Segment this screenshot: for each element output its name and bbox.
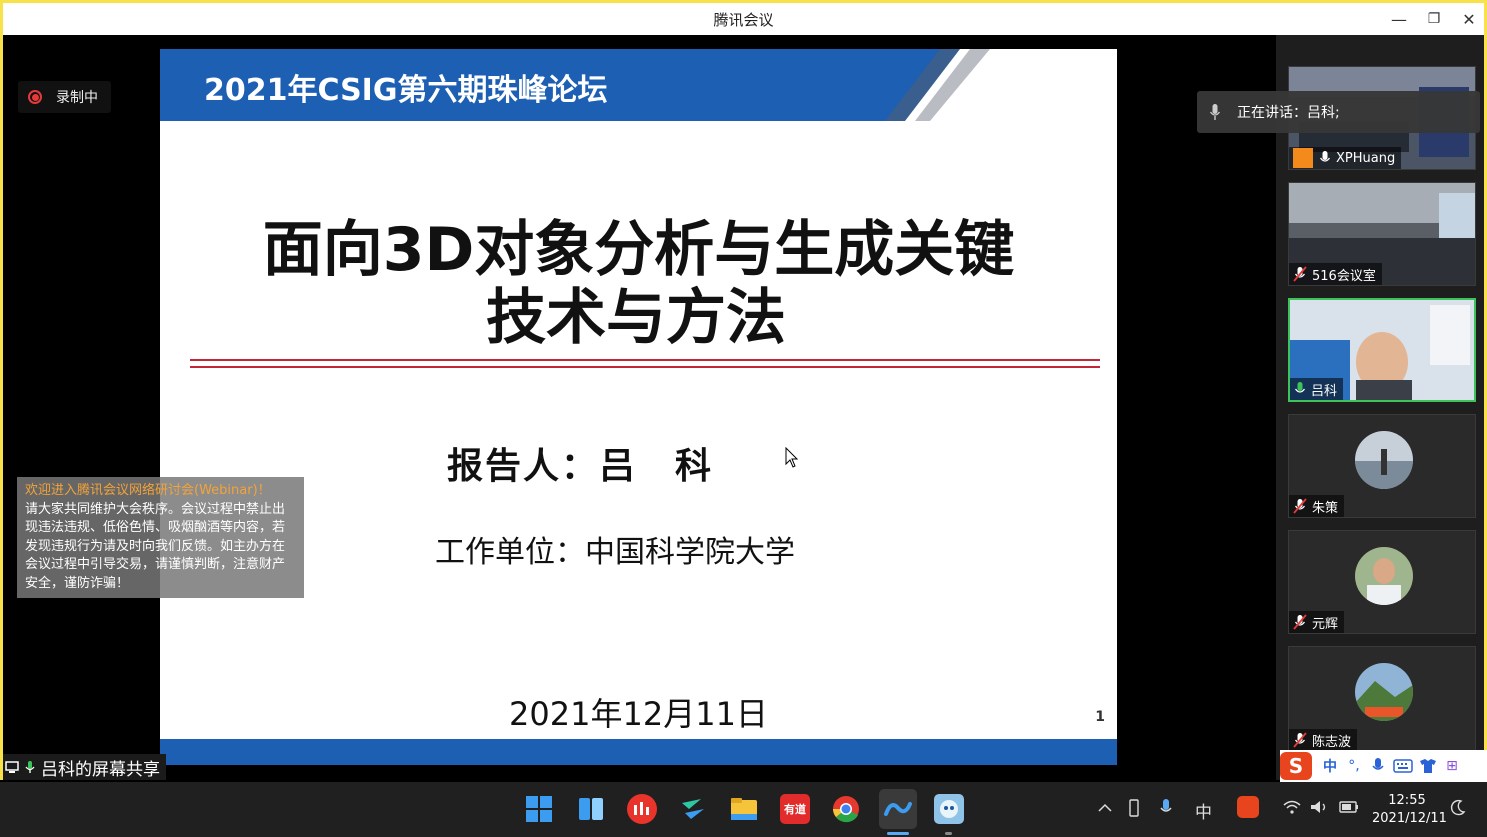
restore-button[interactable]: ❐ bbox=[1417, 5, 1451, 33]
participant-name: 516会议室 bbox=[1289, 263, 1382, 285]
file-explorer-icon[interactable] bbox=[729, 794, 759, 824]
volume-icon[interactable] bbox=[1309, 799, 1329, 815]
system-clock[interactable]: 12:55 2021/12/11 bbox=[1372, 792, 1447, 828]
tencent-meeting-icon[interactable] bbox=[879, 789, 917, 829]
participant-name: 元辉 bbox=[1289, 611, 1345, 633]
mic-icon bbox=[25, 761, 35, 773]
participant-panel: XPHuang 516会议室 吕科 朱策 元辉 陈志波 bbox=[1276, 35, 1484, 780]
skin-icon[interactable] bbox=[1416, 757, 1440, 775]
running-app-indicator bbox=[945, 832, 952, 835]
webinar-notice-title: 欢迎进入腾讯会议网络研讨会(Webinar)！ bbox=[25, 483, 271, 498]
recording-label: 录制中 bbox=[56, 90, 98, 106]
mic-icon bbox=[1209, 104, 1221, 120]
slide-footer-band bbox=[160, 739, 1117, 765]
shared-slide: 2021年CSIG第六期珠峰论坛 面向3D对象分析与生成关键 技术与方法 报告人… bbox=[160, 49, 1117, 765]
battery-icon[interactable] bbox=[1338, 799, 1360, 815]
webinar-notice: 欢迎进入腾讯会议网络研讨会(Webinar)！ 请大家共同维护大会秩序。会议过程… bbox=[17, 477, 304, 598]
slide-reporter: 报告人：吕 科 bbox=[447, 446, 714, 487]
mic-icon bbox=[1319, 151, 1331, 162]
mic-active-icon bbox=[1294, 382, 1306, 393]
usb-icon[interactable] bbox=[1126, 798, 1142, 818]
slide-header-title: 2021年CSIG第六期珠峰论坛 bbox=[204, 73, 608, 108]
clock-time: 12:55 bbox=[1388, 793, 1426, 808]
avatar bbox=[1355, 547, 1413, 605]
microphone-tray-icon[interactable] bbox=[1158, 798, 1174, 818]
focus-assist-moon-icon[interactable] bbox=[1450, 799, 1466, 817]
input-method-indicator[interactable]: 中 bbox=[1195, 798, 1212, 823]
participant-tile[interactable]: 朱策 bbox=[1288, 414, 1476, 518]
participant-name: XPHuang bbox=[1289, 147, 1402, 169]
participant-name-text: XPHuang bbox=[1336, 150, 1396, 166]
widgets-icon[interactable] bbox=[576, 794, 606, 824]
participant-name-text: 元辉 bbox=[1312, 616, 1339, 632]
slide-unit: 工作单位：中国科学院大学 bbox=[435, 535, 795, 570]
voice-input-icon[interactable] bbox=[1366, 757, 1390, 775]
game-icon[interactable] bbox=[934, 794, 964, 824]
participant-tile[interactable]: 元辉 bbox=[1288, 530, 1476, 634]
chrome-icon[interactable] bbox=[831, 794, 861, 824]
participant-tile[interactable]: 陈志波 bbox=[1288, 646, 1476, 752]
title-divider bbox=[190, 359, 1100, 368]
close-button[interactable]: ✕ bbox=[1452, 5, 1486, 33]
participant-tile[interactable]: 516会议室 bbox=[1288, 182, 1476, 286]
chevron-up-icon[interactable] bbox=[1097, 801, 1113, 815]
avatar bbox=[1355, 663, 1413, 721]
mic-muted-icon bbox=[1293, 732, 1307, 748]
start-icon[interactable] bbox=[524, 794, 554, 824]
main-stage: 录制中 2021年CSIG第六期珠峰论坛 面向3D对象分析与生成关键 技术与方法… bbox=[3, 35, 1276, 780]
speaking-indicator: 正在讲话：吕科; bbox=[1197, 91, 1480, 133]
ime-mode[interactable]: 中 bbox=[1318, 756, 1342, 776]
screen-share-icon bbox=[5, 761, 19, 773]
participant-name-text: 吕科 bbox=[1311, 383, 1338, 399]
feishu-icon[interactable] bbox=[678, 794, 708, 824]
youdao-icon[interactable]: 有道 bbox=[780, 794, 810, 824]
sogou-logo-icon: S bbox=[1280, 752, 1312, 780]
screen-share-text: 吕科的屏幕共享 bbox=[41, 759, 160, 780]
mic-muted-icon bbox=[1293, 498, 1307, 514]
participant-name: 吕科 bbox=[1290, 378, 1344, 400]
active-app-indicator bbox=[887, 832, 909, 835]
participant-name-text: 陈志波 bbox=[1312, 734, 1352, 750]
wifi-icon[interactable] bbox=[1282, 799, 1302, 815]
ime-toolbar[interactable]: S 中 °, ⊞ bbox=[1280, 750, 1487, 782]
title-bar: 腾讯会议 — ❐ ✕ bbox=[3, 3, 1484, 35]
taskbar: 有道 中 12:55 2021/12/11 bbox=[0, 782, 1487, 837]
mic-muted-icon bbox=[1293, 614, 1307, 630]
slide-main-title-line1: 面向3D对象分析与生成关键 bbox=[262, 215, 1015, 285]
slide-header: 2021年CSIG第六期珠峰论坛 bbox=[160, 49, 1117, 121]
record-icon bbox=[28, 90, 42, 104]
participant-name: 陈志波 bbox=[1289, 729, 1358, 751]
mic-muted-icon bbox=[1293, 266, 1307, 282]
recording-badge[interactable]: 录制中 bbox=[18, 81, 111, 113]
keyboard-icon[interactable] bbox=[1390, 757, 1416, 775]
ime-punctuation[interactable]: °, bbox=[1342, 758, 1366, 774]
slide-page-number: 1 bbox=[1095, 709, 1105, 725]
webinar-notice-body: 请大家共同维护大会秩序。会议过程中禁止出现违法违规、低俗色情、吸烟酗酒等内容，若… bbox=[25, 501, 286, 591]
clock-date: 2021/12/11 bbox=[1372, 811, 1447, 826]
participant-name: 朱策 bbox=[1289, 495, 1345, 517]
window-title: 腾讯会议 bbox=[713, 11, 774, 29]
jianying-icon[interactable] bbox=[627, 794, 657, 824]
user-icon bbox=[1293, 148, 1313, 168]
sogou-tray-icon[interactable] bbox=[1237, 796, 1259, 818]
speaking-label: 正在讲话：吕科; bbox=[1237, 105, 1340, 121]
avatar bbox=[1355, 431, 1413, 489]
screen-share-label[interactable]: 吕科的屏幕共享 bbox=[3, 754, 166, 780]
mouse-cursor-icon bbox=[785, 447, 799, 468]
slide-main-title-line2: 技术与方法 bbox=[486, 283, 786, 353]
participant-tile-active[interactable]: 吕科 bbox=[1288, 298, 1476, 402]
minimize-button[interactable]: — bbox=[1382, 5, 1416, 33]
participant-name-text: 516会议室 bbox=[1312, 268, 1376, 284]
participant-name-text: 朱策 bbox=[1312, 500, 1339, 516]
slide-date: 2021年12月11日 bbox=[509, 695, 768, 733]
toolbox-icon[interactable]: ⊞ bbox=[1440, 758, 1464, 774]
